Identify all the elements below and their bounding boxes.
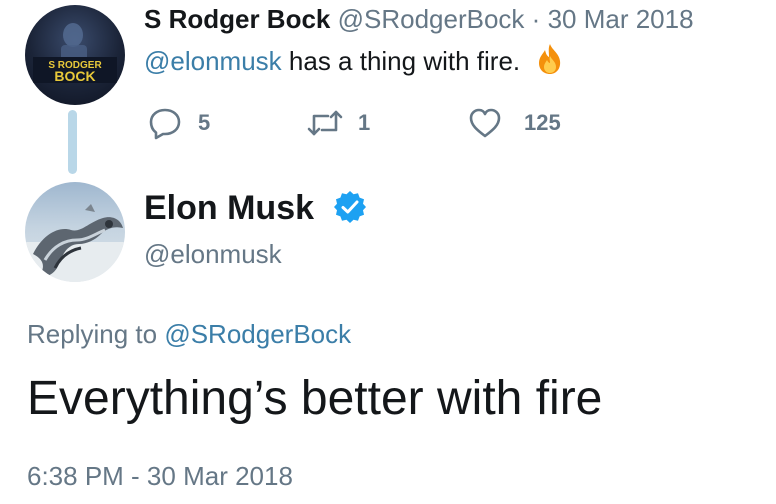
replying-to-line: Replying to @SRodgerBock [27, 318, 351, 350]
like-action[interactable]: 125 [468, 106, 561, 140]
avatar-text-line2: BOCK [54, 68, 95, 84]
main-tweet-timestamp[interactable]: 6:38 PM - 30 Mar 2018 [27, 460, 293, 492]
retweet-count: 1 [358, 110, 371, 135]
parent-mention-link[interactable]: @elonmusk [144, 46, 282, 76]
reply-count: 5 [198, 110, 211, 135]
avatar-logo: S RODGER BOCK [33, 23, 117, 84]
reply-action[interactable]: 5 [148, 106, 210, 140]
main-display-name[interactable]: Elon Musk [144, 188, 314, 228]
heart-icon [468, 106, 502, 140]
main-handle[interactable]: @elonmusk [144, 238, 282, 270]
parent-tweet-header: S Rodger Bock @SRodgerBock · 30 Mar 2018 [144, 4, 694, 34]
avatar-srodgerbock[interactable]: S RODGER BOCK [25, 5, 125, 105]
main-tweet-text: Everything’s better with fire [27, 372, 603, 425]
fire-icon [533, 42, 567, 83]
parent-tweet-text: @elonmusk has a thing with fire. [144, 42, 567, 83]
retweet-icon [306, 106, 344, 140]
parent-display-name[interactable]: S Rodger Bock [144, 4, 330, 34]
replying-prefix: Replying to [27, 319, 165, 349]
retweet-action[interactable]: 1 [306, 106, 370, 140]
avatar-elonmusk[interactable] [25, 182, 125, 282]
avatar-image [25, 204, 125, 282]
thread-connector-line [68, 110, 77, 174]
verified-badge-icon [332, 189, 368, 225]
parent-date[interactable]: 30 Mar 2018 [548, 4, 694, 34]
replying-to-link[interactable]: @SRodgerBock [164, 319, 351, 349]
like-count: 125 [524, 110, 561, 135]
reply-icon [148, 106, 182, 140]
parent-handle[interactable]: @SRodgerBock [338, 4, 525, 34]
parent-text-body: has a thing with fire. [281, 46, 521, 76]
header-separator: · [531, 4, 541, 34]
